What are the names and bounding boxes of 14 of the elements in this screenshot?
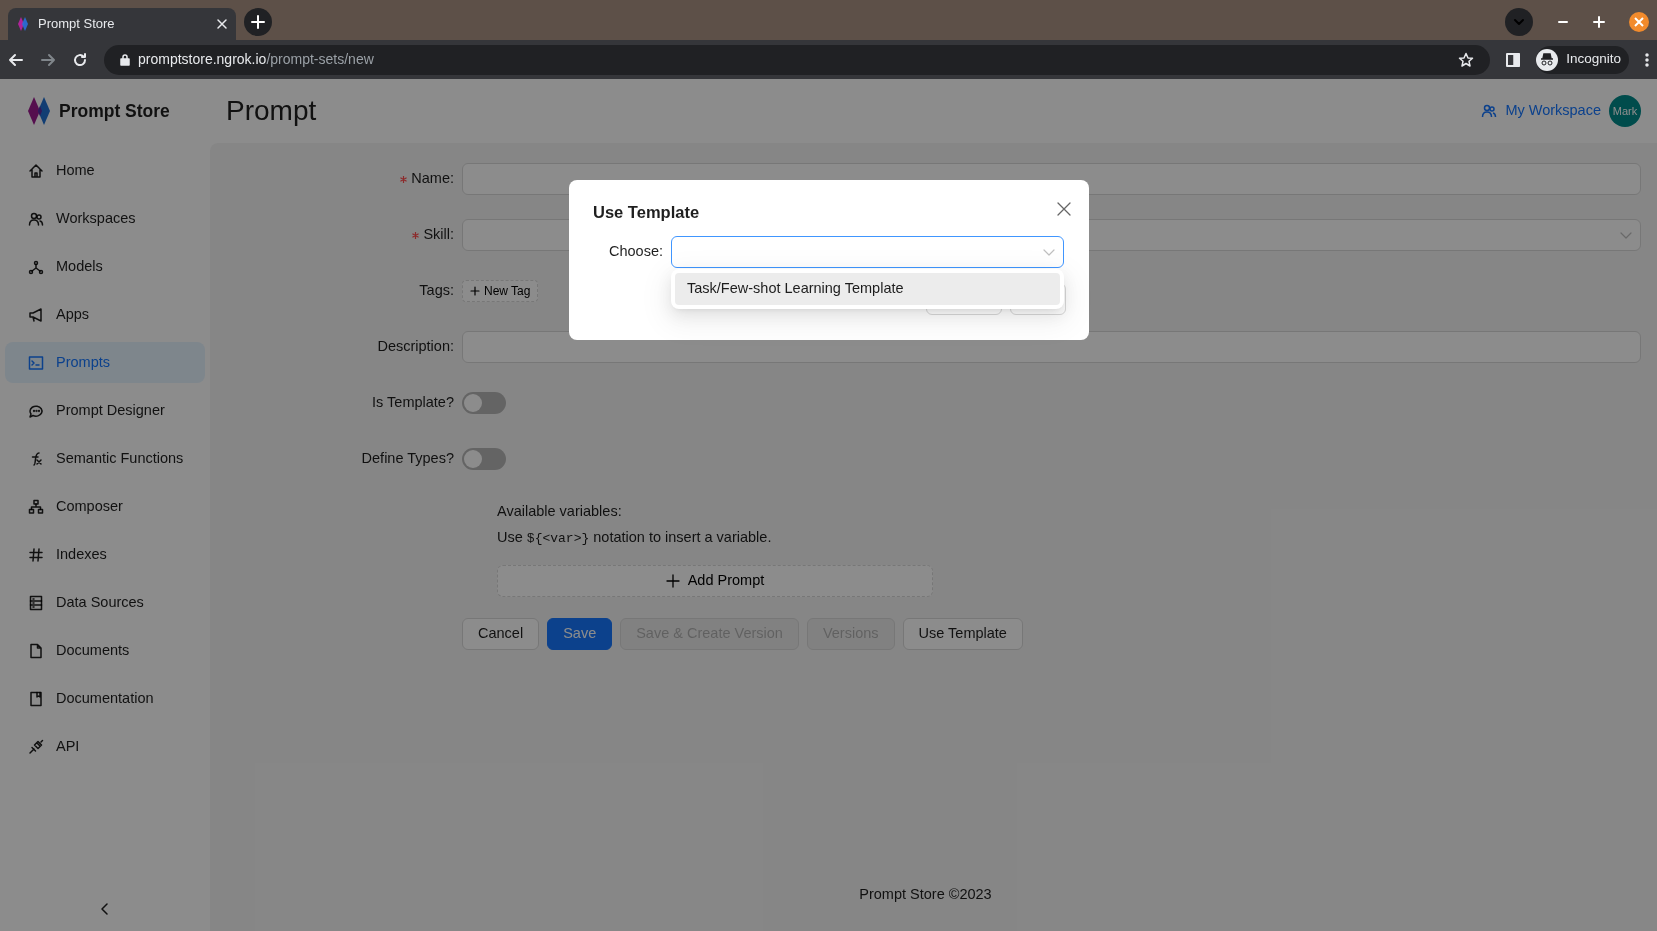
help-title: Available variables: (497, 502, 623, 521)
field-label: Tags: (419, 281, 454, 301)
dialog-title: Use Template (593, 202, 700, 223)
footer-text: Prompt Store ©2023 (859, 886, 992, 903)
brand-name: Prompt Store (59, 99, 170, 123)
field-label: Skill: (423, 225, 454, 245)
field-label: Description: (377, 337, 454, 357)
field-label: Is Template? (372, 393, 454, 413)
field-label: Choose: (608, 241, 663, 261)
field-label: Define Types? (361, 449, 454, 469)
help-text: Use ${<var>} notation to insert a variable. (497, 527, 773, 548)
field-label: Name: (411, 169, 454, 189)
page-title: Prompt (226, 94, 317, 128)
url-text: promptstore.ngrok.io/prompt-sets/new (138, 50, 374, 69)
